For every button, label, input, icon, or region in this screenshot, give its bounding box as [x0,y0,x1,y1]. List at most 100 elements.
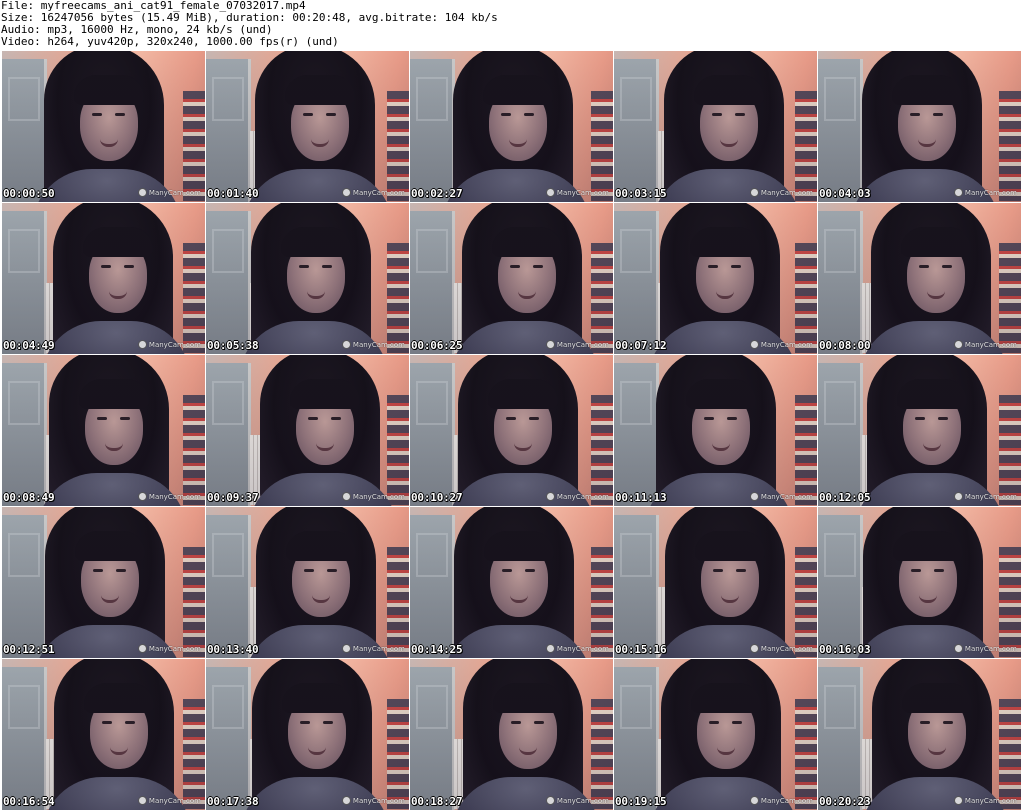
audio-info-line: Audio: mp3, 16000 Hz, mono, 24 kb/s (und… [1,24,273,36]
thumbnail-grid: ManyCam.com 00:00:50 ManyCam.com 00:01:40 Ma… [2,51,1022,811]
watermark-label: ManyCam.com [760,340,813,349]
video-thumbnail: ManyCam.com 00:16:54 [2,659,205,810]
manycam-watermark: ManyCam.com [953,796,1017,805]
video-thumbnail: ManyCam.com 00:02:27 [410,51,613,202]
frame-shading [206,507,409,658]
thumbnail-timestamp: 00:10:27 [411,491,463,504]
manycam-logo-icon [137,644,147,653]
manycam-watermark: ManyCam.com [137,796,201,805]
watermark-label: ManyCam.com [964,340,1017,349]
manycam-watermark: ManyCam.com [137,492,201,501]
manycam-logo-icon [953,340,963,349]
manycam-logo-icon [749,492,759,501]
frame-shading [818,507,1021,658]
frame-shading [614,51,817,202]
watermark-label: ManyCam.com [352,340,405,349]
thumbnail-timestamp: 00:05:38 [207,339,259,352]
frame-shading [614,203,817,354]
frame-shading [410,507,613,658]
video-thumbnail: ManyCam.com 00:11:13 [614,355,817,506]
frame-shading [818,659,1021,810]
watermark-label: ManyCam.com [964,644,1017,653]
thumbnail-timestamp: 00:15:16 [615,643,667,656]
video-thumbnail: ManyCam.com 00:16:03 [818,507,1021,658]
video-thumbnail: ManyCam.com 00:06:25 [410,203,613,354]
manycam-watermark: ManyCam.com [749,644,813,653]
thumbnail-timestamp: 00:07:12 [615,339,667,352]
manycam-logo-icon [137,188,147,197]
manycam-logo-icon [749,644,759,653]
frame-shading [2,507,205,658]
thumbnail-timestamp: 00:13:40 [207,643,259,656]
manycam-watermark: ManyCam.com [341,188,405,197]
manycam-logo-icon [953,188,963,197]
watermark-label: ManyCam.com [352,188,405,197]
manycam-logo-icon [749,188,759,197]
video-thumbnail: ManyCam.com 00:04:49 [2,203,205,354]
manycam-logo-icon [137,340,147,349]
thumbnail-timestamp: 00:00:50 [3,187,55,200]
manycam-logo-icon [341,340,351,349]
video-thumbnail: ManyCam.com 00:08:49 [2,355,205,506]
thumbnail-timestamp: 00:04:49 [3,339,55,352]
watermark-label: ManyCam.com [556,644,609,653]
video-thumbnail: ManyCam.com 00:08:00 [818,203,1021,354]
file-size-line: Size: 16247056 bytes (15.49 MiB), durati… [1,12,498,24]
video-thumbnail: ManyCam.com 00:07:12 [614,203,817,354]
thumbnail-timestamp: 00:12:51 [3,643,55,656]
frame-shading [614,507,817,658]
watermark-label: ManyCam.com [760,188,813,197]
watermark-label: ManyCam.com [556,796,609,805]
frame-shading [206,355,409,506]
watermark-label: ManyCam.com [760,492,813,501]
frame-shading [818,203,1021,354]
frame-shading [2,355,205,506]
manycam-watermark: ManyCam.com [137,188,201,197]
manycam-logo-icon [545,340,555,349]
video-thumbnail: ManyCam.com 00:12:05 [818,355,1021,506]
frame-shading [818,355,1021,506]
video-thumbnail: ManyCam.com 00:04:03 [818,51,1021,202]
video-thumbnail: ManyCam.com 00:12:51 [2,507,205,658]
manycam-watermark: ManyCam.com [545,796,609,805]
watermark-label: ManyCam.com [556,188,609,197]
frame-shading [206,659,409,810]
thumbnail-timestamp: 00:06:25 [411,339,463,352]
video-thumbnail: ManyCam.com 00:15:16 [614,507,817,658]
manycam-watermark: ManyCam.com [953,492,1017,501]
thumbnail-timestamp: 00:19:15 [615,795,667,808]
video-thumbnail: ManyCam.com 00:10:27 [410,355,613,506]
manycam-watermark: ManyCam.com [137,340,201,349]
watermark-label: ManyCam.com [964,796,1017,805]
video-thumbnail: ManyCam.com 00:01:40 [206,51,409,202]
video-thumbnail: ManyCam.com 00:17:38 [206,659,409,810]
manycam-watermark: ManyCam.com [545,340,609,349]
frame-shading [410,203,613,354]
thumbnail-timestamp: 00:11:13 [615,491,667,504]
manycam-logo-icon [953,644,963,653]
frame-shading [614,659,817,810]
watermark-label: ManyCam.com [760,644,813,653]
thumbnail-timestamp: 00:16:03 [819,643,871,656]
manycam-watermark: ManyCam.com [341,796,405,805]
thumbnail-timestamp: 00:14:25 [411,643,463,656]
manycam-watermark: ManyCam.com [341,340,405,349]
frame-shading [2,659,205,810]
manycam-watermark: ManyCam.com [953,188,1017,197]
frame-shading [410,659,613,810]
manycam-watermark: ManyCam.com [545,492,609,501]
watermark-label: ManyCam.com [760,796,813,805]
thumbnail-timestamp: 00:04:03 [819,187,871,200]
frame-shading [206,51,409,202]
frame-shading [818,51,1021,202]
file-info-header: File: myfreecams_ani_cat91_female_070320… [1,0,1021,50]
frame-shading [410,355,613,506]
watermark-label: ManyCam.com [148,492,201,501]
watermark-label: ManyCam.com [148,796,201,805]
manycam-logo-icon [341,188,351,197]
manycam-watermark: ManyCam.com [341,644,405,653]
video-thumbnail: ManyCam.com 00:05:38 [206,203,409,354]
thumbnail-timestamp: 00:03:15 [615,187,667,200]
watermark-label: ManyCam.com [964,492,1017,501]
frame-shading [206,203,409,354]
